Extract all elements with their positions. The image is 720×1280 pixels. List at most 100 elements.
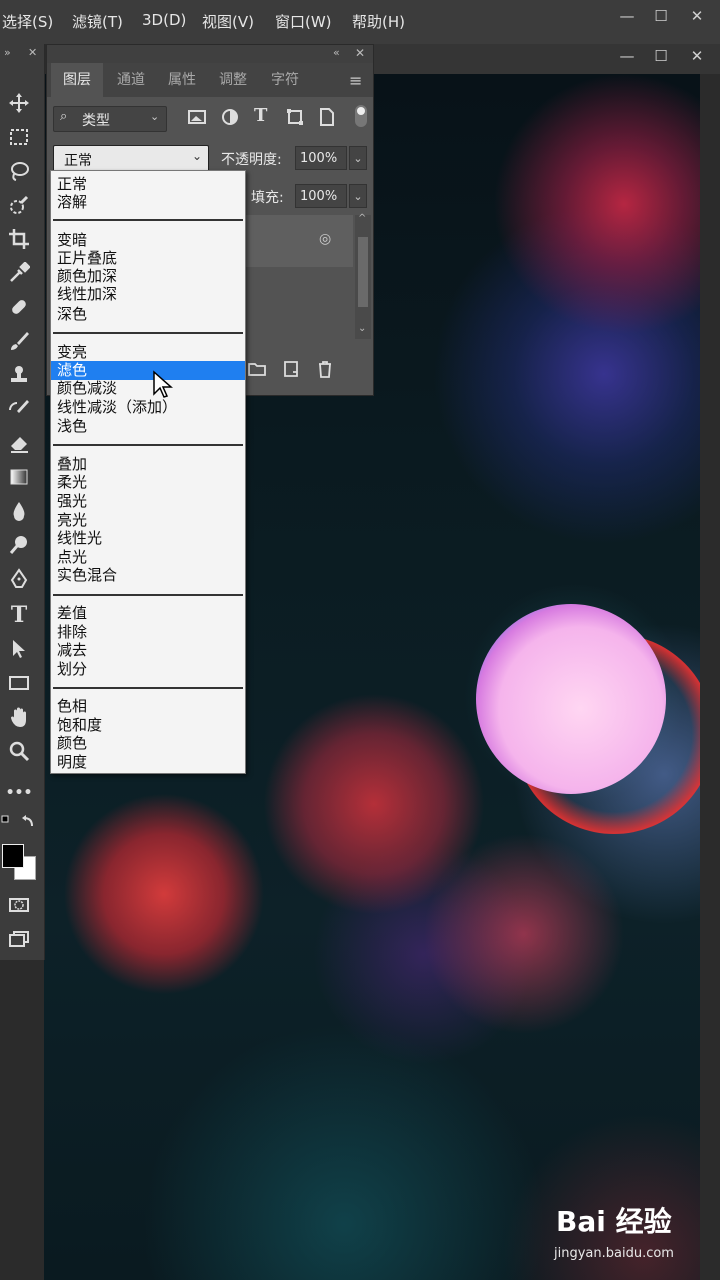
blend-option-pin-light[interactable]: 点光 — [51, 548, 245, 567]
close-icon[interactable]: ✕ — [28, 46, 37, 59]
menu-select[interactable]: 选择(S) — [2, 11, 53, 32]
zoom-icon[interactable] — [4, 736, 34, 766]
swap-colors-icon[interactable] — [0, 812, 40, 832]
scroll-thumb[interactable] — [358, 237, 368, 307]
rectangle-icon[interactable] — [4, 668, 34, 698]
menu-view[interactable]: 视图(V) — [202, 11, 254, 32]
panel-header[interactable]: « ✕ — [47, 45, 373, 63]
tab-adjustments[interactable]: 调整 — [207, 63, 259, 97]
blend-option-dissolve[interactable]: 溶解 — [51, 193, 245, 212]
fill-input[interactable]: 100% — [295, 184, 347, 208]
blend-option-hard-mix[interactable]: 实色混合 — [51, 566, 245, 585]
menu-help[interactable]: 帮助(H) — [352, 11, 405, 32]
blend-option-divide[interactable]: 划分 — [51, 660, 245, 679]
blend-option-darken[interactable]: 变暗 — [51, 231, 245, 250]
stamp-icon[interactable] — [4, 360, 34, 390]
delete-layer-icon[interactable] — [315, 359, 335, 379]
filter-kind-select[interactable]: ⌕ 类型 ⌄ — [53, 106, 167, 132]
blend-option-vivid-light[interactable]: 亮光 — [51, 511, 245, 530]
scroll-up-icon[interactable]: ^ — [358, 213, 366, 224]
layers-scrollbar[interactable]: ^ ⌄ — [355, 213, 371, 339]
menu-3d[interactable]: 3D(D) — [142, 11, 186, 29]
blend-option-screen[interactable]: 滤色 — [51, 361, 245, 380]
filter-smart-object-icon[interactable] — [317, 107, 337, 127]
pen-icon[interactable] — [4, 564, 34, 594]
blend-option-linear-burn[interactable]: 线性加深 — [51, 285, 245, 304]
opacity-input[interactable]: 100% — [295, 146, 347, 170]
blend-option-overlay[interactable]: 叠加 — [51, 455, 245, 474]
doc-restore-button[interactable]: ☐ — [647, 46, 675, 66]
foreground-color-swatch[interactable] — [2, 844, 24, 868]
blend-option-normal[interactable]: 正常 — [51, 175, 245, 194]
hand-icon[interactable] — [4, 702, 34, 732]
minimize-button[interactable]: — — [613, 6, 641, 26]
menu-filter[interactable]: 滤镜(T) — [72, 11, 123, 32]
layer-style-icon[interactable]: ◎ — [319, 231, 331, 247]
toolbar-header[interactable]: » ✕ — [0, 44, 44, 62]
new-group-icon[interactable] — [247, 359, 267, 379]
filter-toggle[interactable] — [355, 105, 367, 127]
separator — [53, 219, 243, 221]
filter-shape-icon[interactable] — [285, 107, 305, 127]
blend-option-difference[interactable]: 差值 — [51, 604, 245, 623]
blend-option-subtract[interactable]: 减去 — [51, 641, 245, 660]
blend-option-multiply[interactable]: 正片叠底 — [51, 249, 245, 268]
blend-option-hue[interactable]: 色相 — [51, 697, 245, 716]
path-select-icon[interactable] — [4, 634, 34, 664]
tab-character[interactable]: 字符 — [259, 63, 311, 97]
dodge-icon[interactable] — [4, 530, 34, 560]
doc-close-button[interactable]: ✕ — [683, 46, 711, 66]
blend-option-darker-color[interactable]: 深色 — [51, 305, 245, 324]
crop-icon[interactable] — [4, 224, 34, 254]
search-icon: ⌕ — [60, 109, 68, 124]
collapse-icon[interactable]: » — [4, 46, 11, 59]
brush-icon[interactable] — [4, 326, 34, 356]
blend-option-color[interactable]: 颜色 — [51, 734, 245, 753]
blend-option-color-burn[interactable]: 颜色加深 — [51, 267, 245, 286]
blend-option-saturation[interactable]: 饱和度 — [51, 716, 245, 735]
healing-icon[interactable] — [4, 292, 34, 322]
gradient-icon[interactable] — [4, 462, 34, 492]
blend-option-linear-dodge[interactable]: 线性减淡（添加） — [51, 398, 245, 417]
quick-select-icon[interactable] — [4, 190, 34, 220]
blend-option-hard-light[interactable]: 强光 — [51, 492, 245, 511]
layer-row[interactable]: ◎ — [243, 215, 353, 267]
panel-tab-bar: 图层 通道 属性 调整 字符 ≡ — [47, 63, 373, 97]
blend-option-lighter-color[interactable]: 浅色 — [51, 417, 245, 436]
tab-layers[interactable]: 图层 — [51, 63, 103, 97]
move-icon[interactable] — [4, 88, 34, 118]
new-layer-icon[interactable] — [281, 359, 301, 379]
scroll-down-icon[interactable]: ⌄ — [358, 323, 366, 334]
blend-option-linear-light[interactable]: 线性光 — [51, 529, 245, 548]
type-icon[interactable]: T — [4, 600, 34, 630]
fill-dropdown[interactable]: ⌄ — [349, 184, 367, 208]
filter-adjustment-icon[interactable] — [220, 107, 240, 127]
filter-pixel-icon[interactable] — [187, 107, 207, 127]
blend-option-lighten[interactable]: 变亮 — [51, 343, 245, 362]
tab-channels[interactable]: 通道 — [105, 63, 157, 97]
lasso-icon[interactable] — [4, 156, 34, 186]
screen-mode-icon[interactable] — [4, 924, 34, 954]
maximize-button[interactable]: ☐ — [647, 6, 675, 26]
tab-properties[interactable]: 属性 — [157, 63, 207, 97]
opacity-dropdown[interactable]: ⌄ — [349, 146, 367, 170]
filter-type-icon[interactable]: T — [254, 105, 267, 126]
quick-mask-icon[interactable] — [4, 890, 34, 920]
blend-option-color-dodge[interactable]: 颜色减淡 — [51, 379, 245, 398]
eraser-icon[interactable] — [4, 428, 34, 458]
collapse-panel-icon[interactable]: « — [333, 46, 340, 59]
marquee-icon[interactable] — [4, 122, 34, 152]
history-brush-icon[interactable] — [4, 394, 34, 424]
doc-minimize-button[interactable]: — — [613, 46, 641, 66]
blend-option-luminosity[interactable]: 明度 — [51, 753, 245, 772]
eyedropper-icon[interactable] — [4, 258, 34, 288]
blend-option-exclusion[interactable]: 排除 — [51, 623, 245, 642]
blend-option-soft-light[interactable]: 柔光 — [51, 473, 245, 492]
blur-icon[interactable] — [4, 496, 34, 526]
more-icon[interactable]: ••• — [4, 778, 34, 808]
close-panel-icon[interactable]: ✕ — [355, 46, 365, 60]
panel-menu-icon[interactable]: ≡ — [349, 71, 362, 90]
close-button[interactable]: ✕ — [683, 6, 711, 26]
blend-mode-select[interactable]: 正常 ⌄ — [53, 145, 209, 173]
menu-window[interactable]: 窗口(W) — [275, 11, 332, 32]
